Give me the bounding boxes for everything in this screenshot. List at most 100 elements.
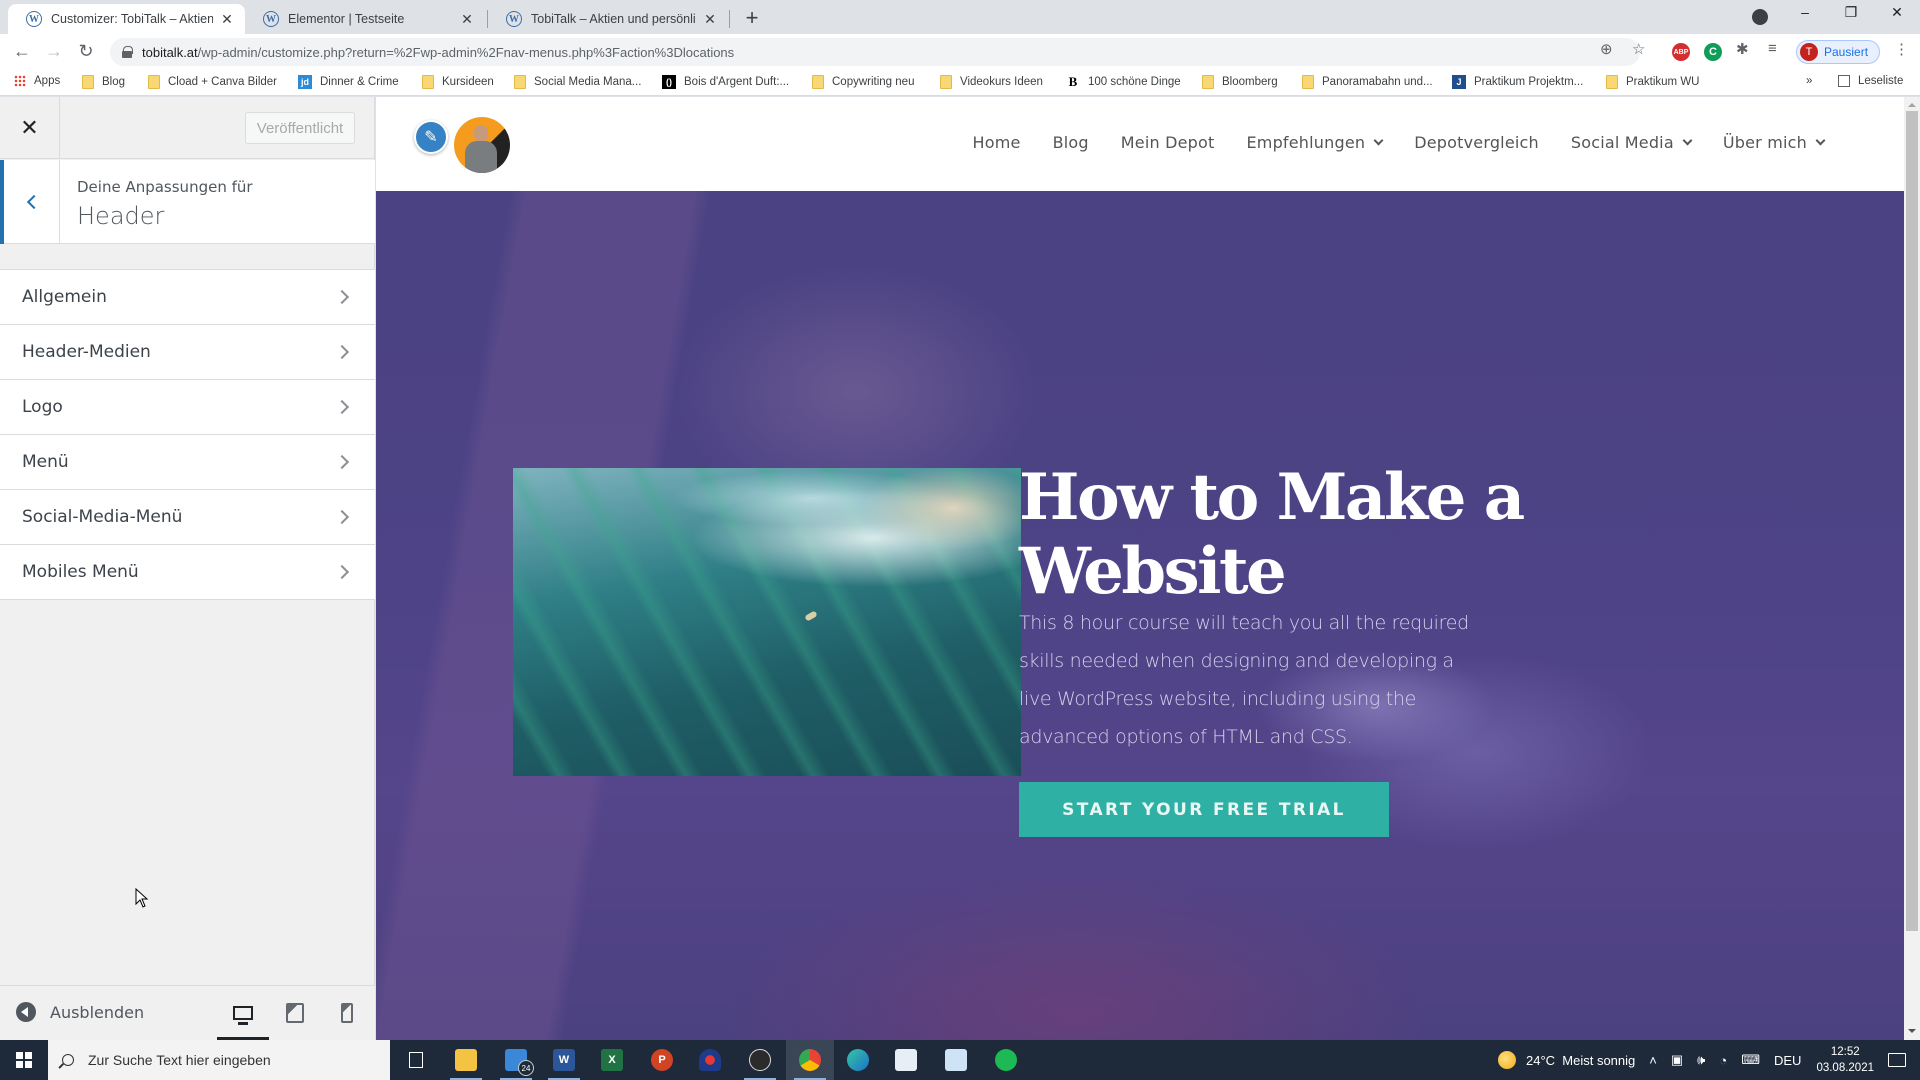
taskbar-chrome[interactable]	[786, 1040, 834, 1080]
chrome-icon	[799, 1049, 821, 1071]
panel-label: Allgemein	[22, 287, 107, 307]
panel-social-media-menu[interactable]: Social-Media-Menü	[0, 490, 375, 545]
close-window-button[interactable]: ✕	[1882, 4, 1912, 21]
bookmark-apps[interactable]: Apps	[14, 75, 60, 87]
panel-mobiles-menu[interactable]: Mobiles Menü	[0, 545, 375, 600]
bookmark-item[interactable]: Panoramabahn und...	[1302, 75, 1433, 89]
extensions-puzzle-icon[interactable]: ✱	[1736, 40, 1749, 58]
tab-elementor[interactable]: W Elementor | Testseite ✕	[245, 4, 485, 34]
forward-arrow-icon[interactable]: →	[42, 41, 66, 62]
taskbar-app-paint[interactable]	[882, 1040, 930, 1080]
notepad-icon	[945, 1049, 967, 1071]
nav-mein-depot[interactable]: Mein Depot	[1121, 133, 1215, 152]
show-hidden-icons-chevron-up-icon[interactable]: ˄	[1649, 1053, 1657, 1068]
nav-label: Mein Depot	[1120, 133, 1215, 152]
touch-keyboard-icon[interactable]: ⌨	[1741, 1052, 1760, 1068]
taskbar-word[interactable]: W	[540, 1040, 588, 1080]
collapse-sidebar-button[interactable]: Ausblenden	[16, 1002, 144, 1022]
clock[interactable]: 12:52 03.08.2021	[1816, 1044, 1874, 1076]
scroll-down-arrow-icon[interactable]	[1908, 1029, 1916, 1033]
taskbar-excel[interactable]: X	[588, 1040, 636, 1080]
edit-shortcut-pencil-icon[interactable]: ✎	[414, 120, 448, 154]
address-bar[interactable]: tobitalk.at/wp-admin/customize.php?retur…	[110, 38, 1640, 66]
bookmark-item[interactable]: jd Dinner & Crime	[298, 75, 399, 89]
bookmark-item[interactable]: () Bois d'Argent Duft:...	[662, 75, 789, 89]
tab-tobitalk[interactable]: W TobiTalk – Aktien und persönliche ✕	[488, 4, 728, 34]
nav-blog[interactable]: Blog	[1053, 133, 1089, 152]
bookmark-item[interactable]: Cload + Canva Bilder	[148, 75, 277, 89]
back-arrow-icon[interactable]: ←	[10, 41, 34, 62]
bookmark-item[interactable]: Praktikum WU	[1606, 75, 1699, 89]
hero-video-surf-wave[interactable]	[513, 468, 1021, 776]
preview-tablet-button[interactable]	[275, 996, 315, 1030]
preview-desktop-button[interactable]	[217, 996, 269, 1041]
start-button[interactable]	[0, 1040, 48, 1080]
tablet-icon	[286, 1003, 304, 1023]
preview-mobile-button[interactable]	[327, 996, 367, 1030]
windows-logo-icon	[16, 1052, 32, 1068]
task-view-button[interactable]	[392, 1040, 440, 1080]
bookmark-item[interactable]: Bloomberg	[1202, 75, 1278, 89]
panel-logo[interactable]: Logo	[0, 380, 375, 435]
nav-ueber-mich[interactable]: Über mich	[1723, 133, 1826, 152]
bookmark-item[interactable]: B 100 schöne Dinge	[1066, 74, 1181, 89]
taskbar-app-arc[interactable]	[686, 1040, 734, 1080]
zoom-icon[interactable]: ⊕	[1600, 40, 1613, 58]
kebab-menu-icon[interactable]: ⋮	[1894, 40, 1909, 58]
start-free-trial-button[interactable]: START YOUR FREE TRIAL	[1019, 782, 1389, 837]
bookmark-item[interactable]: Videokurs Ideen	[940, 75, 1043, 89]
close-tab-icon[interactable]: ✕	[459, 11, 475, 28]
restore-button[interactable]: ❐	[1836, 4, 1866, 21]
bookmark-item[interactable]: Blog	[82, 75, 125, 89]
media-control-icon[interactable]: ≡	[1768, 40, 1777, 57]
close-tab-icon[interactable]: ✕	[702, 11, 718, 28]
scrollbar-thumb[interactable]	[1906, 111, 1918, 931]
bookmarks-overflow-button[interactable]: »	[1806, 75, 1812, 87]
profile-button[interactable]: T Pausiert	[1796, 40, 1880, 64]
chevron-right-icon	[334, 289, 350, 305]
bookmark-item[interactable]: Kursideen	[422, 75, 494, 89]
volume-icon[interactable]: 🕪	[1697, 1052, 1705, 1068]
nav-empfehlungen[interactable]: Empfehlungen	[1246, 133, 1384, 152]
tab-title: Elementor | Testseite	[288, 12, 405, 26]
bookmark-item[interactable]: Copywriting neu	[812, 75, 914, 89]
close-customizer-button[interactable]: ✕	[0, 97, 60, 159]
bookmark-item[interactable]: J Praktikum Projektm...	[1452, 75, 1583, 89]
nav-social-media[interactable]: Social Media	[1571, 133, 1693, 152]
site-logo[interactable]	[454, 117, 510, 173]
new-tab-button[interactable]: +	[738, 5, 766, 31]
panel-allgemein[interactable]: Allgemein	[0, 270, 375, 325]
network-wifi-icon[interactable]: ◔	[1719, 1053, 1727, 1068]
taskbar-powerpoint[interactable]: P	[638, 1040, 686, 1080]
input-language[interactable]: DEU	[1774, 1053, 1801, 1068]
reload-icon[interactable]: ↻	[74, 41, 98, 62]
taskbar-obs[interactable]	[736, 1040, 784, 1080]
reading-list-button[interactable]: Leseliste	[1838, 75, 1903, 87]
panel-header-medien[interactable]: Header-Medien	[0, 325, 375, 380]
adblock-extension-icon[interactable]: ABP	[1672, 43, 1690, 61]
bookmark-item[interactable]: Social Media Mana...	[514, 75, 641, 89]
taskbar-file-explorer[interactable]	[442, 1040, 490, 1080]
taskbar-edge[interactable]	[834, 1040, 882, 1080]
section-subtitle: Deine Anpassungen für	[77, 178, 253, 196]
taskbar-mail[interactable]: 24	[492, 1040, 540, 1080]
minimize-button[interactable]: –	[1790, 4, 1820, 20]
weather-widget[interactable]: 24°C Meist sonnig	[1498, 1051, 1635, 1069]
publish-button[interactable]: Veröffentlicht	[245, 112, 355, 144]
bookmark-star-icon[interactable]: ☆	[1632, 40, 1645, 58]
scroll-up-arrow-icon[interactable]	[1908, 103, 1916, 107]
meet-now-icon[interactable]: ▣	[1671, 1052, 1683, 1068]
tab-customizer[interactable]: W Customizer: TobiTalk – Aktien und pers…	[8, 4, 245, 34]
taskbar-app-notepad[interactable]	[932, 1040, 980, 1080]
close-tab-icon[interactable]: ✕	[219, 11, 235, 28]
grammarly-extension-icon[interactable]: C	[1704, 43, 1722, 61]
notification-center-icon[interactable]	[1888, 1053, 1906, 1067]
preview-scrollbar[interactable]	[1904, 97, 1920, 1040]
tab-search-icon[interactable]	[1752, 9, 1768, 25]
panel-menu[interactable]: Menü	[0, 435, 375, 490]
taskbar-spotify[interactable]	[982, 1040, 1030, 1080]
back-button[interactable]	[0, 160, 60, 244]
nav-depotvergleich[interactable]: Depotvergleich	[1414, 133, 1539, 152]
nav-home[interactable]: Home	[973, 133, 1021, 152]
taskbar-search[interactable]: Zur Suche Text hier eingeben	[48, 1040, 390, 1080]
